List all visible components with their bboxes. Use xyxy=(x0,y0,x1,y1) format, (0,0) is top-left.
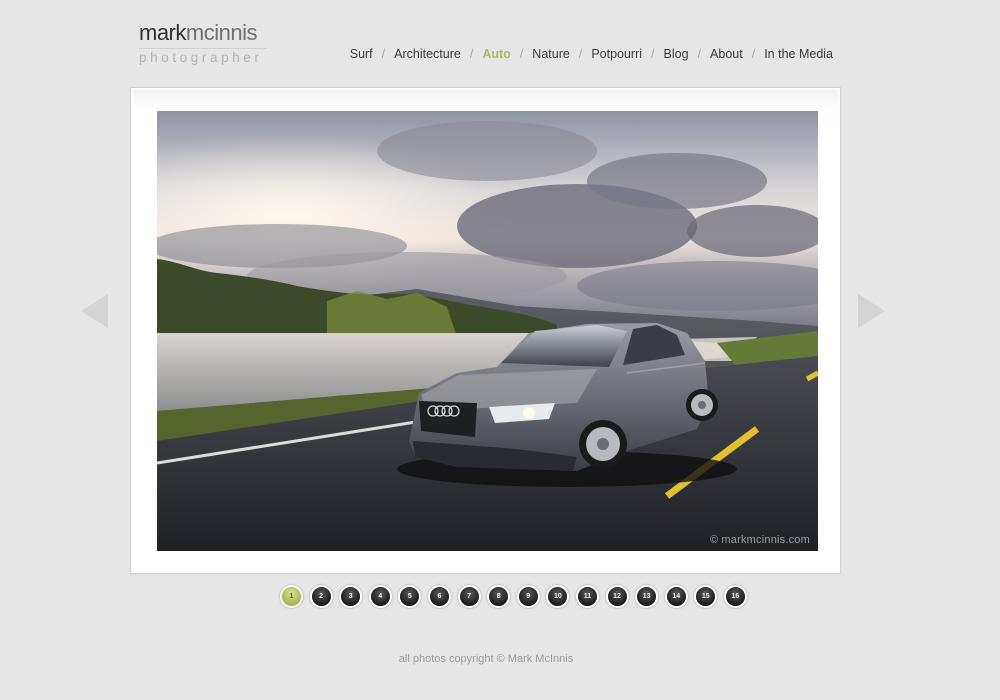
logo-first-name: mark xyxy=(139,20,186,45)
page-button-14[interactable]: 14 xyxy=(664,585,688,608)
logo-subtitle: photographer xyxy=(139,50,263,65)
page-button-5[interactable]: 5 xyxy=(398,585,422,608)
page-button-4[interactable]: 4 xyxy=(368,585,392,608)
page-button-9[interactable]: 9 xyxy=(516,585,540,608)
page-button-2[interactable]: 2 xyxy=(309,585,333,608)
photo-image xyxy=(157,111,818,551)
main-nav: Surf / Architecture / Auto / Nature / Potpourri /… xyxy=(350,47,833,61)
page-button-1[interactable]: 1 xyxy=(280,585,303,608)
nav-item-auto[interactable]: Auto xyxy=(482,47,510,61)
nav-item-in-the-media[interactable]: In the Media xyxy=(764,47,833,61)
right-triangle-arrow-icon[interactable] xyxy=(858,294,885,328)
page-button-10[interactable]: 10 xyxy=(546,585,570,608)
logo-last-name: mcinnis xyxy=(185,20,258,45)
nav-separator: / xyxy=(381,47,386,61)
nav-separator: / xyxy=(519,47,524,61)
page-button-15[interactable]: 15 xyxy=(694,585,718,608)
page-button-3[interactable]: 3 xyxy=(339,585,363,608)
nav-separator: / xyxy=(469,47,474,61)
photo-frame-inner: © markmcinnis.com xyxy=(133,90,838,571)
site-logo[interactable]: markmcinnis photographer xyxy=(139,20,269,66)
nav-item-surf[interactable]: Surf xyxy=(350,47,373,61)
left-triangle-arrow-icon[interactable] xyxy=(81,294,108,328)
nav-item-about[interactable]: About xyxy=(710,47,743,61)
footer-copyright: all photos copyright © Mark McInnis xyxy=(398,653,574,665)
page-button-12[interactable]: 12 xyxy=(605,585,629,608)
nav-separator: / xyxy=(651,47,655,61)
page-button-13[interactable]: 13 xyxy=(635,585,659,608)
nav-separator: / xyxy=(751,47,756,61)
photo-watermark: © markmcinnis.com xyxy=(709,534,810,546)
page-button-16[interactable]: 16 xyxy=(723,585,747,608)
page-button-11[interactable]: 11 xyxy=(575,585,599,608)
photo-frame: © markmcinnis.com xyxy=(130,87,841,574)
logo-wordmark: markmcinnis xyxy=(139,20,269,46)
gallery-pager: 1 2 3 4 5 6 7 8 9 10 11 12 13 14 15 16 xyxy=(280,585,754,608)
page-button-7[interactable]: 7 xyxy=(457,585,481,608)
logo-divider xyxy=(139,48,267,49)
nav-item-nature[interactable]: Nature xyxy=(532,47,570,61)
page-button-6[interactable]: 6 xyxy=(427,585,451,608)
nav-separator: / xyxy=(697,47,702,61)
page-button-8[interactable]: 8 xyxy=(487,585,511,608)
nav-item-potpourri[interactable]: Potpourri xyxy=(591,47,642,61)
nav-item-architecture[interactable]: Architecture xyxy=(394,47,461,61)
nav-item-blog[interactable]: Blog xyxy=(664,47,689,61)
nav-separator: / xyxy=(578,47,583,61)
gallery-photo[interactable]: © markmcinnis.com xyxy=(157,111,818,551)
